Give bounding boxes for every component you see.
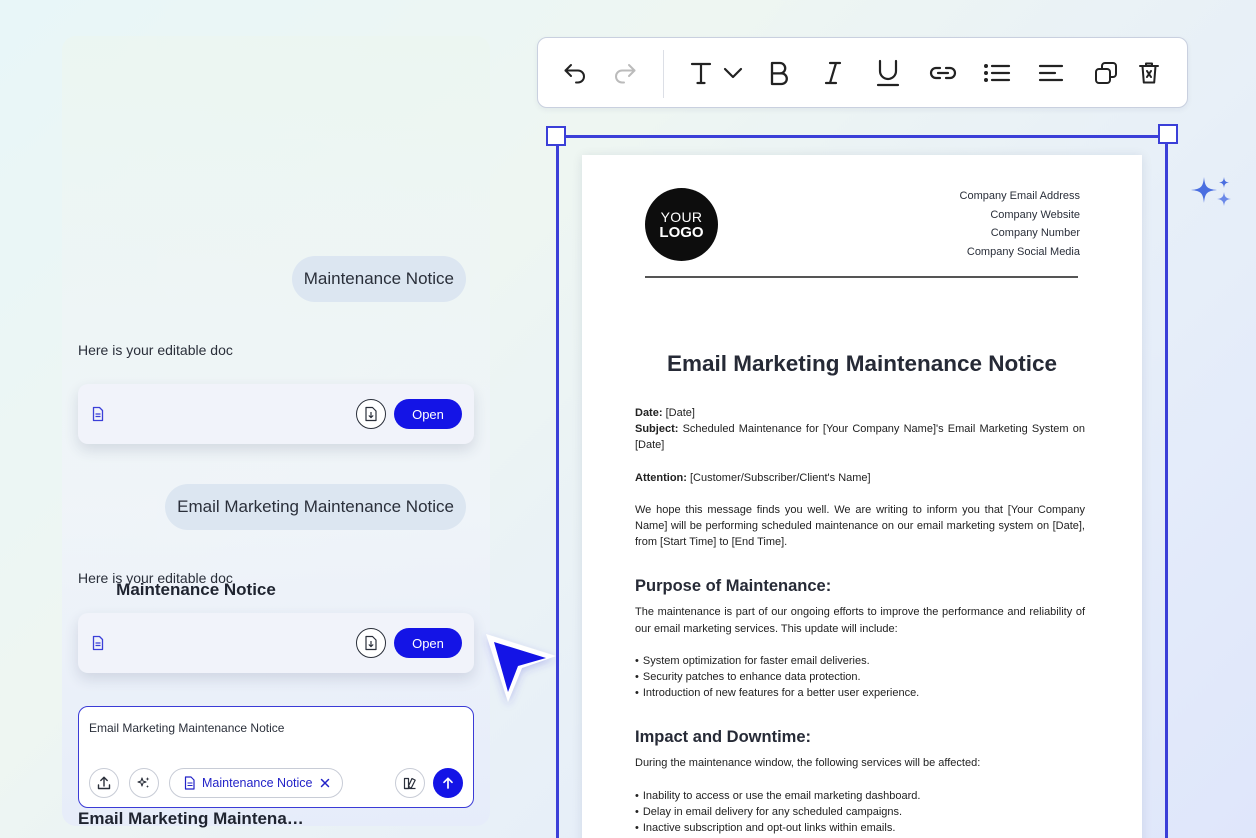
sparkle-icon (137, 777, 150, 788)
delete-icon[interactable] (1134, 58, 1164, 88)
user-message-text: Maintenance Notice (303, 269, 454, 288)
company-email: Company Email Address (959, 190, 1080, 202)
chat-panel: Maintenance Notice Here is your editable… (62, 36, 490, 828)
sparkle-icon (1191, 177, 1231, 206)
upload-button[interactable] (89, 768, 119, 798)
document-page[interactable]: YOUR LOGO Company Email Address Company … (582, 155, 1142, 838)
company-info: Company Email Address Company Website Co… (960, 190, 1080, 265)
bulleted-list-icon[interactable] (982, 58, 1012, 88)
logo-line-2: LOGO (659, 223, 704, 241)
document-icon (92, 635, 104, 651)
align-left-icon[interactable] (1036, 58, 1066, 88)
resize-handle-top-right[interactable] (1158, 124, 1178, 144)
bullet-list: System optimization for faster email del… (635, 653, 1085, 702)
bot-message-text: Here is your editable doc (78, 570, 233, 586)
download-button[interactable] (356, 628, 386, 658)
bullet-list: Inability to access or use the email mar… (635, 788, 1085, 837)
list-item: Security patches to enhance data protect… (635, 669, 1085, 685)
bold-icon[interactable] (764, 58, 794, 88)
open-button[interactable]: Open (394, 628, 462, 658)
formatting-toolbar (537, 37, 1188, 108)
toolbar-divider (663, 50, 664, 98)
user-message: Maintenance Notice (291, 256, 466, 302)
download-icon (365, 635, 377, 651)
upload-icon (97, 776, 111, 790)
close-icon[interactable] (320, 778, 330, 788)
section-heading: Purpose of Maintenance: (635, 577, 832, 596)
input-toolbar: Maintenance Notice (89, 767, 463, 799)
doc-card[interactable]: Maintenance Notice Open (78, 384, 474, 599)
chevron-down-icon[interactable] (718, 58, 748, 88)
list-item: Delay in email delivery for any schedule… (635, 804, 1085, 820)
doc-card-title: Email Marketing Maintenance Notice (78, 809, 314, 828)
header-divider (645, 276, 1078, 278)
link-icon[interactable] (928, 58, 958, 88)
company-social: Company Social Media (966, 246, 1080, 259)
cursor-arrow-icon (486, 634, 556, 702)
logo-line-1: YOUR (660, 208, 703, 225)
templates-button[interactable] (395, 768, 425, 798)
redo-icon[interactable] (610, 58, 640, 88)
document-title: Email Marketing Maintenance Notice (666, 351, 1058, 376)
download-icon (365, 406, 377, 422)
bot-message-text: Here is your editable doc (78, 342, 233, 358)
underline-icon[interactable] (873, 58, 903, 88)
date-line: Date: [Date] (635, 407, 695, 419)
arrow-up-icon (443, 777, 453, 789)
user-message: Email Marketing Maintenance Notice (165, 484, 466, 530)
attachment-chip[interactable]: Maintenance Notice (169, 768, 344, 798)
list-item: Introduction of new features for a bette… (635, 685, 1085, 701)
chat-input[interactable]: Email Marketing Maintenance Notice Maint… (78, 706, 474, 808)
magic-button[interactable] (129, 768, 159, 798)
undo-icon[interactable] (560, 58, 590, 88)
company-number: Company Number (990, 227, 1080, 240)
attention-line: Attention: [Customer/Subscriber/Client's… (635, 471, 871, 484)
section-paragraph: The maintenance is part of our ongoing e… (635, 606, 1085, 635)
company-website: Company Website (990, 208, 1080, 221)
section-heading: Impact and Downtime: (635, 728, 812, 747)
user-message-text: Email Marketing Maintenance Notice (177, 497, 454, 516)
subject-line: Subject: Scheduled Maintenance for [Your… (635, 423, 1085, 452)
document-body: Date: [Date] Subject: Scheduled Maintena… (635, 405, 1085, 836)
intro-paragraph: We hope this message finds you well. We … (635, 503, 1085, 549)
list-item: Inability to access or use the email mar… (635, 788, 1085, 804)
duplicate-icon[interactable] (1091, 58, 1121, 88)
company-logo: YOUR LOGO (645, 188, 718, 261)
doc-card[interactable]: Email Marketing Maintenance Notice Open (78, 613, 474, 828)
palette-icon (403, 777, 416, 790)
document-icon (92, 406, 104, 422)
open-button[interactable]: Open (394, 399, 462, 429)
list-item: System optimization for faster email del… (635, 653, 1085, 669)
send-button[interactable] (433, 768, 463, 798)
text-style-icon[interactable] (686, 58, 716, 88)
download-button[interactable] (356, 399, 386, 429)
document-icon (184, 776, 195, 790)
italic-icon[interactable] (818, 58, 848, 88)
resize-handle-top-left[interactable] (546, 126, 566, 146)
section-paragraph: During the maintenance window, the follo… (635, 757, 981, 770)
chat-input-text[interactable]: Email Marketing Maintenance Notice (89, 721, 284, 735)
attachment-chip-label: Maintenance Notice (202, 776, 313, 790)
list-item: Inactive subscription and opt-out links … (635, 820, 1085, 836)
